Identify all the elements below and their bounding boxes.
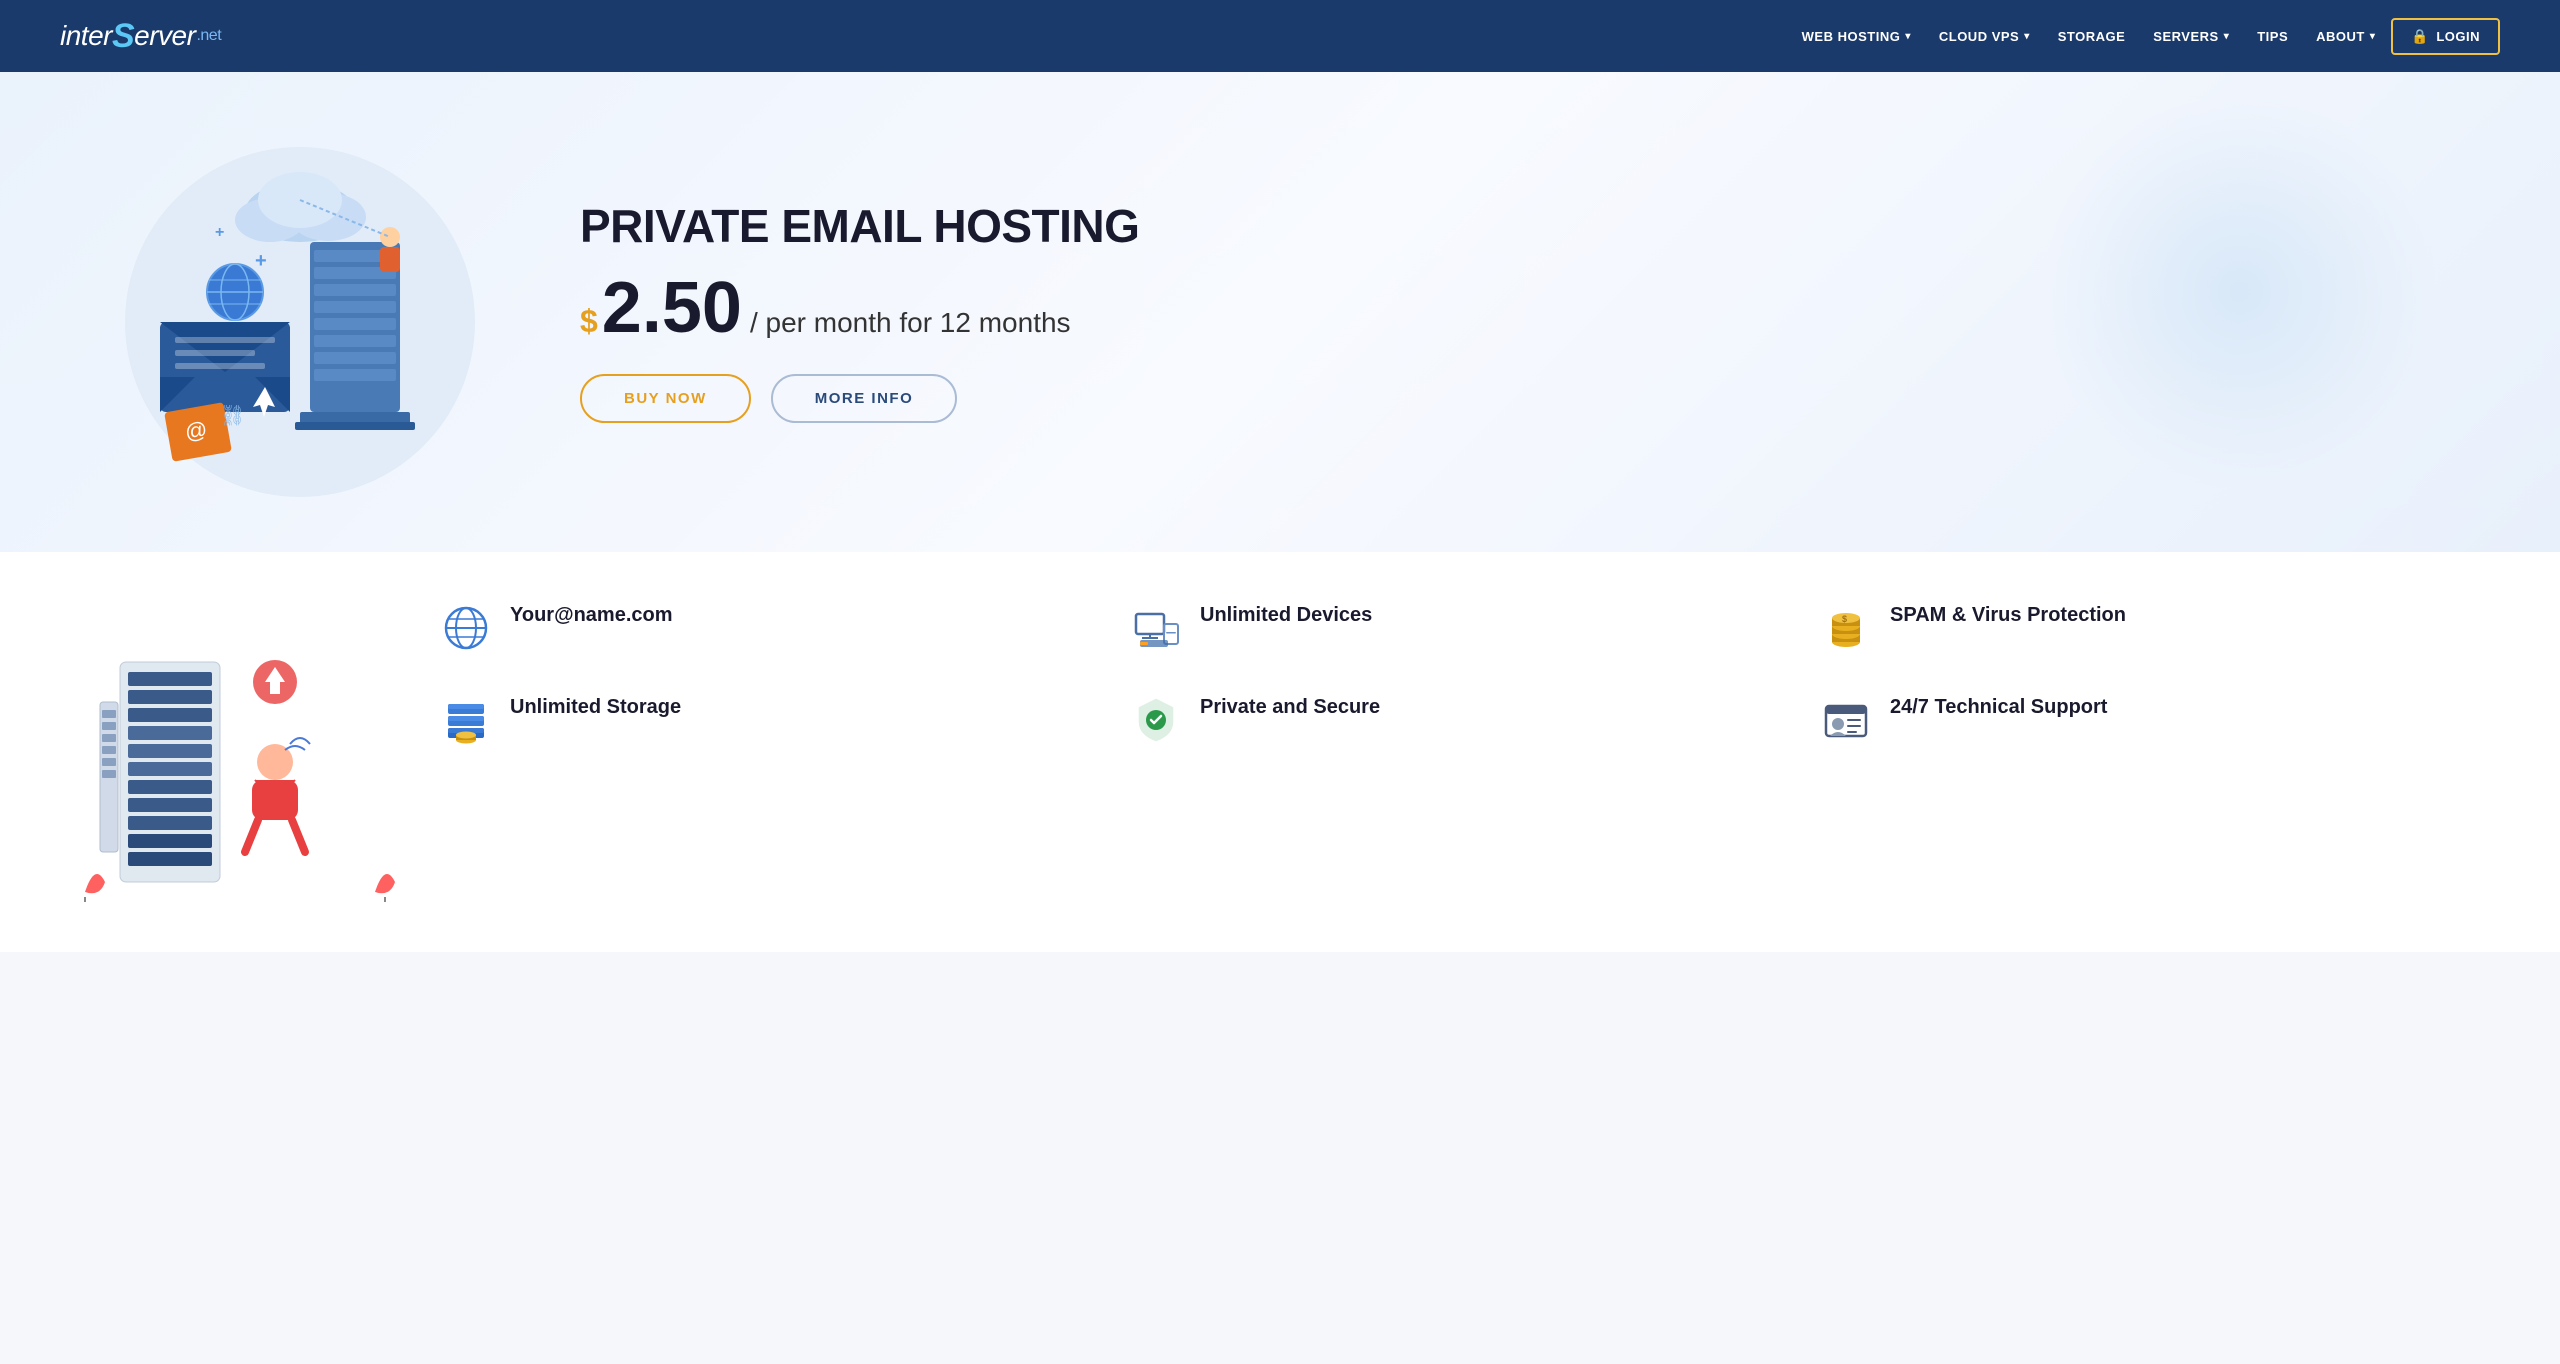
features-section: Your@name.com Unlimited Devices bbox=[0, 552, 2560, 952]
feature-devices: Unlimited Devices bbox=[1130, 602, 1790, 654]
feature-support: 24/7 Technical Support bbox=[1820, 694, 2480, 746]
feature-support-label: 24/7 Technical Support bbox=[1890, 694, 2107, 720]
chevron-down-icon: ▾ bbox=[2370, 31, 2376, 42]
nav-storage[interactable]: STORAGE bbox=[2046, 21, 2138, 52]
feature-secure-label: Private and Secure bbox=[1200, 694, 1380, 720]
logo-erver: erver bbox=[134, 20, 195, 52]
shield-check-icon bbox=[1130, 694, 1182, 746]
feature-devices-label: Unlimited Devices bbox=[1200, 602, 1372, 628]
hero-content: PRIVATE EMAIL HOSTING $ 2.50 / per month… bbox=[580, 201, 2480, 423]
pricing-row: $ 2.50 / per month for 12 months bbox=[580, 272, 2480, 344]
feature-email-label: Your@name.com bbox=[510, 602, 673, 628]
svg-text:⛓: ⛓ bbox=[220, 405, 245, 427]
price-dollar: $ bbox=[580, 305, 598, 337]
feature-spam: $ SPAM & Virus Protection bbox=[1820, 602, 2480, 654]
nav-about[interactable]: ABOUT ▾ bbox=[2304, 21, 2387, 52]
feature-storage: Unlimited Storage bbox=[440, 694, 1100, 746]
devices-icon bbox=[1130, 602, 1182, 654]
more-info-button[interactable]: MORE INFO bbox=[771, 374, 958, 423]
hero-illustration: @ + + ⛓ bbox=[80, 122, 520, 502]
feature-spam-label: SPAM & Virus Protection bbox=[1890, 602, 2126, 628]
features-grid: Your@name.com Unlimited Devices bbox=[440, 602, 2480, 746]
globe-icon bbox=[440, 602, 492, 654]
price-period: / per month for 12 months bbox=[750, 307, 1071, 339]
chevron-down-icon: ▾ bbox=[2224, 31, 2230, 42]
svg-text:+: + bbox=[215, 224, 224, 241]
page-title: PRIVATE EMAIL HOSTING bbox=[580, 201, 2480, 252]
chevron-down-icon: ▾ bbox=[2024, 31, 2030, 42]
feature-storage-label: Unlimited Storage bbox=[510, 694, 681, 720]
hero-section: @ + + ⛓ PRIVATE EMAIL HOSTING $ 2.50 / bbox=[0, 72, 2560, 552]
logo-inter: inter bbox=[60, 20, 112, 52]
storage-icon bbox=[440, 694, 492, 746]
nav-web-hosting[interactable]: WEB HOSTING ▾ bbox=[1790, 21, 1923, 52]
nav-tips[interactable]: TIPS bbox=[2245, 21, 2300, 52]
logo-net: .net bbox=[196, 27, 221, 45]
feature-secure: Private and Secure bbox=[1130, 694, 1790, 746]
main-nav: WEB HOSTING ▾ CLOUD VPS ▾ STORAGE SERVER… bbox=[1790, 18, 2500, 55]
login-button[interactable]: 🔒 LOGIN bbox=[2391, 18, 2500, 55]
lock-icon: 🔒 bbox=[2411, 28, 2429, 45]
svg-text:@: @ bbox=[183, 416, 209, 445]
features-illustration bbox=[80, 602, 400, 902]
logo-s: S bbox=[112, 17, 134, 56]
chevron-down-icon: ▾ bbox=[1905, 31, 1911, 42]
site-logo[interactable]: inter S erver .net bbox=[60, 17, 221, 56]
spam-icon: $ bbox=[1820, 602, 1872, 654]
nav-servers[interactable]: SERVERS ▾ bbox=[2141, 21, 2241, 52]
support-icon bbox=[1820, 694, 1872, 746]
svg-text:+: + bbox=[255, 250, 267, 272]
nav-cloud-vps[interactable]: CLOUD VPS ▾ bbox=[1927, 21, 2042, 52]
buy-now-button[interactable]: BUY NOW bbox=[580, 374, 751, 423]
price-amount: 2.50 bbox=[602, 272, 742, 344]
svg-text:$: $ bbox=[1842, 614, 1847, 624]
hero-buttons: BUY NOW MORE INFO bbox=[580, 374, 2480, 423]
feature-email: Your@name.com bbox=[440, 602, 1100, 654]
site-header: inter S erver .net WEB HOSTING ▾ CLOUD V… bbox=[0, 0, 2560, 72]
